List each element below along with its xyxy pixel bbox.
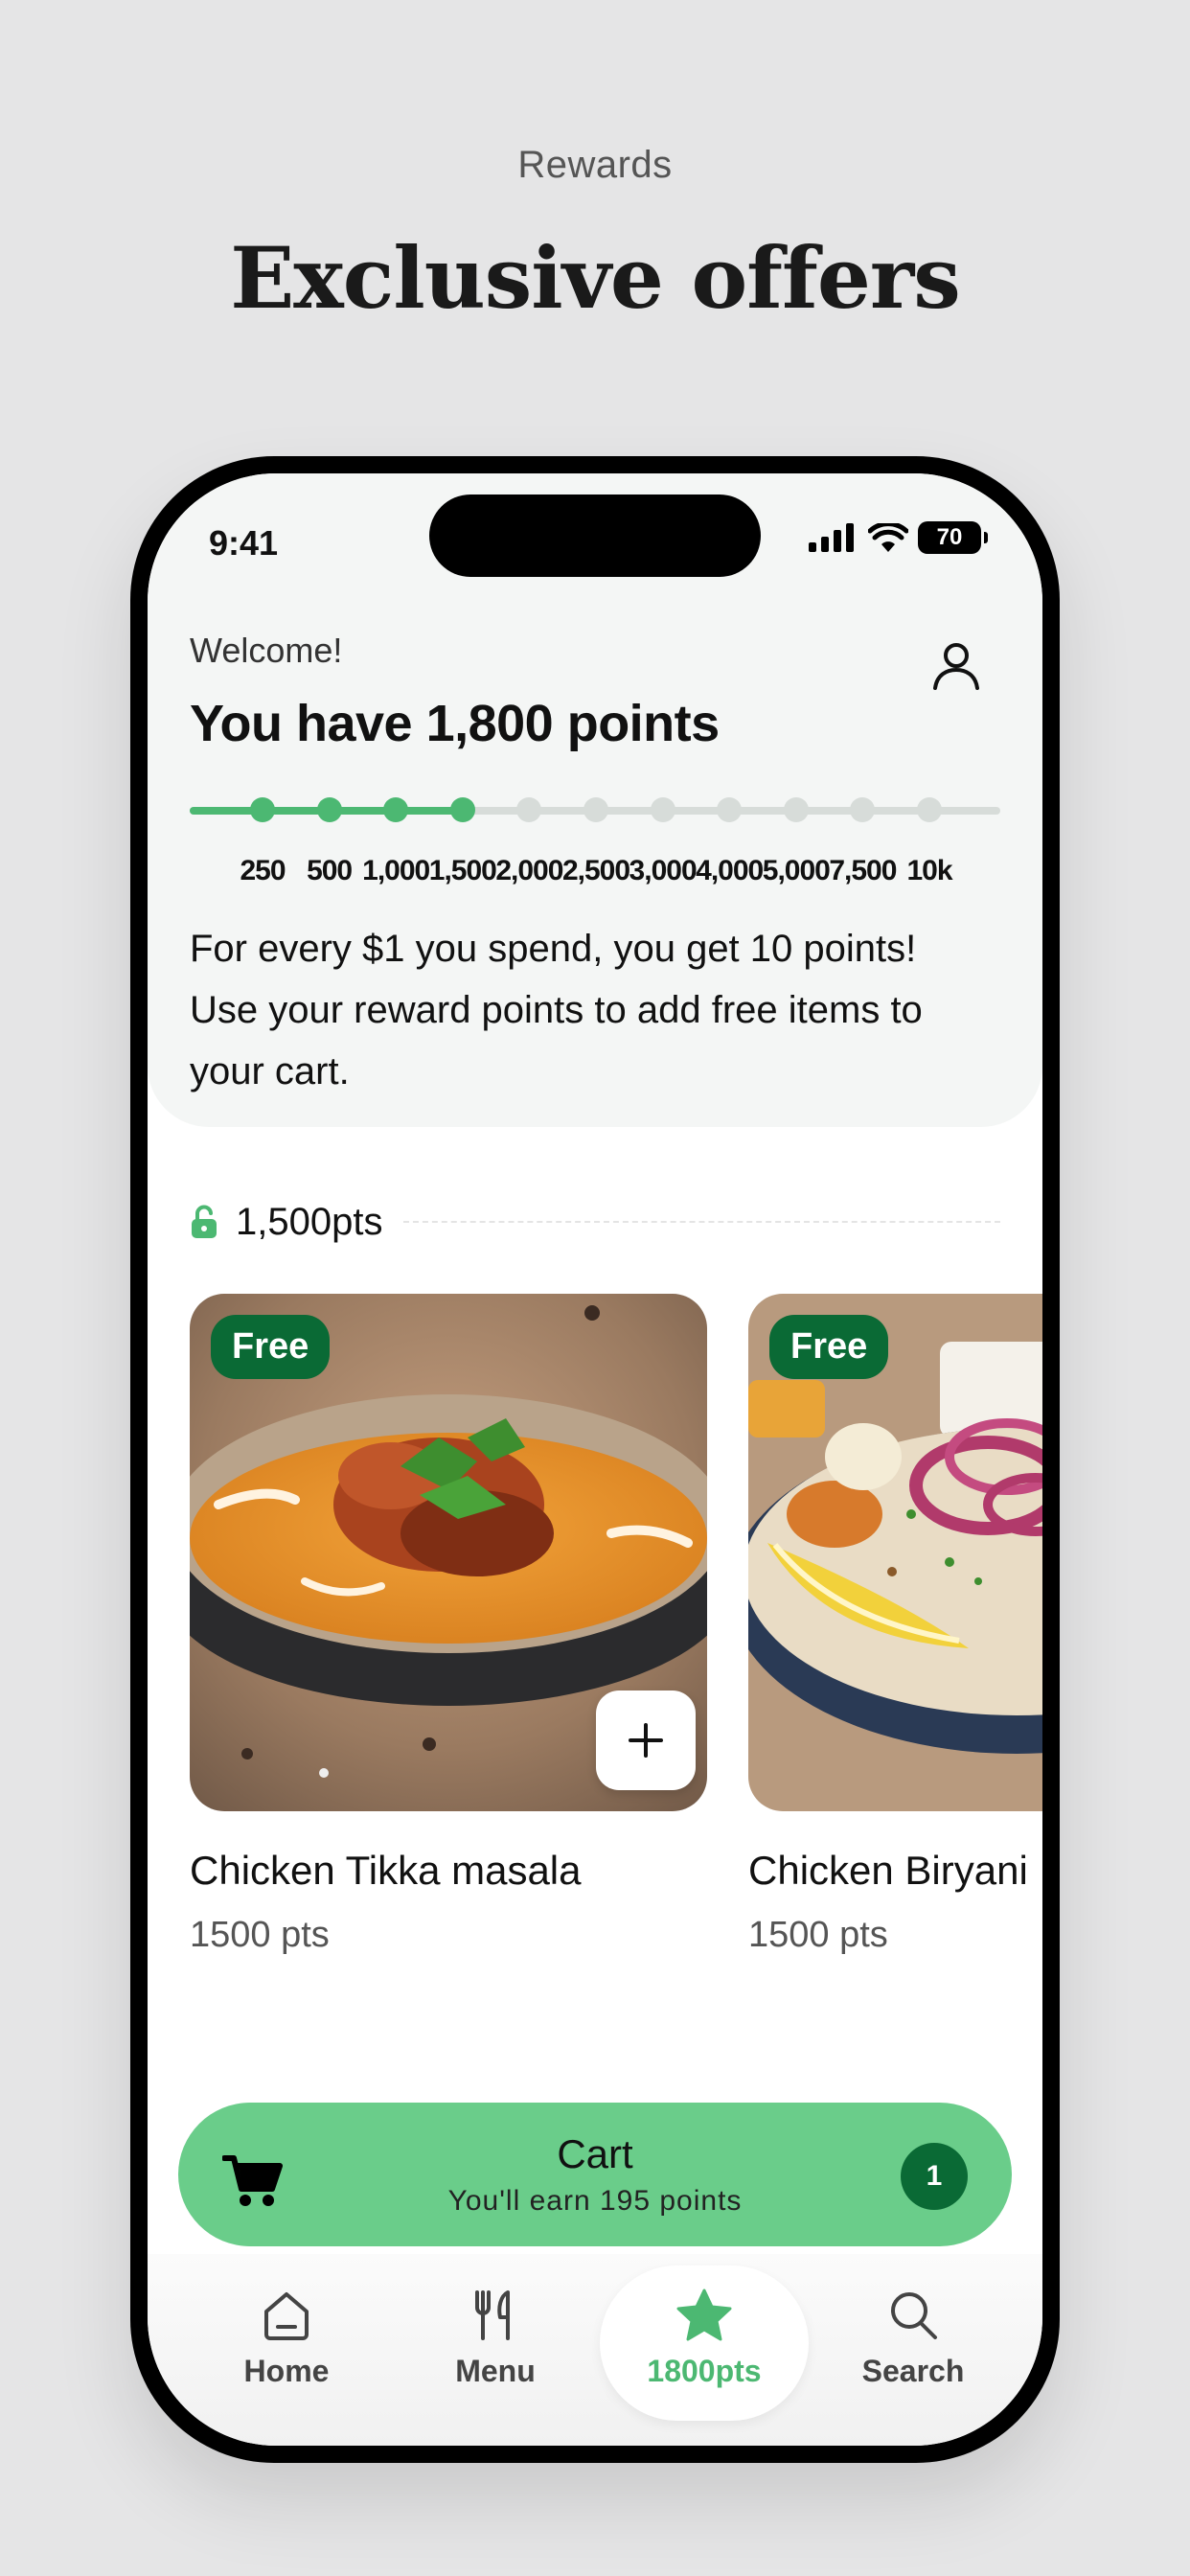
tier-label: 2,000 [495,855,563,886]
free-badge: Free [769,1315,889,1379]
cart-subtitle: You'll earn 195 points [447,2185,743,2217]
tab-bar: Home Menu 1800pts Search [148,2254,1042,2446]
tier-label: 250 [240,855,286,886]
tier-label: 2,500 [561,855,630,886]
status-icons: 70 [809,521,988,554]
offer-image: Free [748,1294,1042,1811]
tier-divider [403,1221,1000,1223]
plus-icon [629,1723,663,1758]
tier-dot [917,797,942,822]
tab-search[interactable]: Search [809,2266,1018,2421]
wifi-icon [868,523,908,552]
tier-dot [783,797,809,822]
rewards-header: 9:41 70 Welcome! You have 1,800 points 2… [148,473,1042,1127]
page-headline: Exclusive offers [230,228,961,328]
tier-label: 3,000 [629,855,698,886]
cart-title: Cart [557,2131,633,2176]
signal-icon [809,523,854,552]
offer-card[interactable]: Free Chicken Biryani 1500 pts [748,1294,1042,1956]
offer-card[interactable]: Free Chicken Tikka masala 1500 pts [190,1294,707,1956]
tier-label: 4,000 [696,855,764,886]
tab-label: 1800pts [647,2354,762,2388]
star-icon [676,2288,732,2341]
tier-dot [584,797,608,822]
user-icon [933,643,979,690]
tab-label: Search [861,2354,965,2388]
rewards-description: For every $1 you spend, you get 10 point… [190,928,923,1092]
tier-dot [250,797,275,822]
tab-label: Home [243,2354,330,2388]
tier-dot [850,797,876,822]
offer-points: 1500 pts [190,1915,330,1955]
offer-image: Free [190,1294,707,1811]
tier-label: 1,000 [362,855,430,886]
tier-labels: 250 500 1,000 1,500 2,000 2,500 3,000 4,000 5,00… [190,855,1000,893]
offer-name: Chicken Biryani [748,1848,1028,1893]
tier-dot [383,797,409,822]
tier-label: 5,000 [762,855,831,886]
offer-name: Chicken Tikka masala [190,1848,582,1893]
phone-screen: 9:41 70 Welcome! You have 1,800 points 2… [148,473,1042,2446]
tab-rewards[interactable]: 1800pts [600,2266,809,2421]
tier-label: 1,500pts [236,1200,383,1243]
profile-button[interactable] [929,638,983,697]
tier-dot [449,797,475,822]
tier-label: 500 [307,855,353,886]
status-time: 9:41 [209,523,279,563]
welcome-text: Welcome! [190,631,343,670]
tier-dot [650,797,675,822]
tier-label: 10k [906,855,952,886]
search-icon [891,2292,937,2339]
tier-dot [316,797,342,822]
phone-frame: 9:41 70 Welcome! You have 1,800 points 2… [130,456,1060,2463]
dynamic-island [429,494,761,577]
home-icon [264,2292,309,2340]
offer-points: 1500 pts [748,1915,888,1955]
cart-count-badge: 1 [901,2143,968,2210]
add-to-cart-button[interactable] [596,1690,696,1790]
tier-heading: 1,500pts [190,1198,1000,1246]
points-title: You have 1,800 points [190,695,720,752]
tab-home[interactable]: Home [182,2266,391,2421]
battery-indicator: 70 [918,521,988,554]
points-progress-bar [190,797,1000,822]
page-eyebrow: Rewards [517,144,673,186]
tab-menu[interactable]: Menu [391,2266,600,2421]
utensils-icon [475,2290,510,2340]
tier-label: 7,500 [829,855,897,886]
free-badge: Free [211,1315,331,1379]
tier-dot [717,797,743,822]
unlock-icon [192,1205,217,1238]
tab-label: Menu [455,2354,536,2388]
tier-dot [516,797,542,822]
tier-label: 1,500 [428,855,497,886]
cart-button[interactable]: Cart You'll earn 195 points 1 [178,2103,1012,2246]
